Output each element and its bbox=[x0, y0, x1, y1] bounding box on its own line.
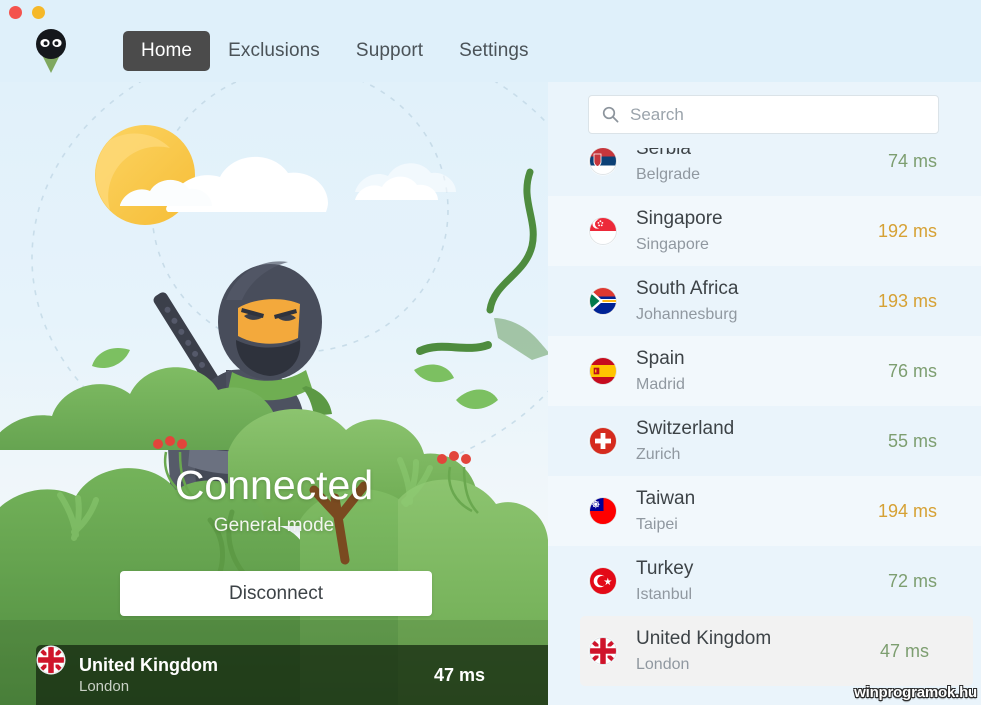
tab-exclusions[interactable]: Exclusions bbox=[210, 31, 338, 71]
flag-singapore-icon bbox=[588, 216, 618, 246]
location-city: London bbox=[636, 655, 690, 673]
flag-spain-icon bbox=[588, 356, 618, 386]
flag-serbia-icon bbox=[588, 148, 618, 176]
flag-south-africa-icon bbox=[588, 286, 618, 316]
flag-switzerland-icon bbox=[588, 426, 618, 456]
location-ping: 76 ms bbox=[887, 360, 937, 381]
close-window-button[interactable] bbox=[9, 6, 22, 19]
connected-ping: 47 ms bbox=[433, 664, 485, 685]
location-row[interactable]: Singapore Singapore 192 ms bbox=[548, 196, 981, 266]
location-country: South Africa bbox=[636, 277, 739, 299]
location-country: Taiwan bbox=[636, 487, 696, 509]
locations-list[interactable]: Serbia Belgrade 74 ms Singapore Singapore 192… bbox=[548, 148, 981, 705]
current-connection-bar[interactable]: United Kingdom London 47 ms bbox=[36, 645, 548, 705]
location-ping: 193 ms bbox=[877, 290, 937, 311]
flag-taiwan-icon bbox=[588, 496, 618, 526]
tab-support[interactable]: Support bbox=[338, 31, 441, 71]
location-row[interactable]: Turkey Istanbul 72 ms bbox=[548, 546, 981, 616]
tab-home[interactable]: Home bbox=[123, 31, 211, 71]
location-city: Singapore bbox=[636, 235, 709, 253]
location-row[interactable]: Serbia Belgrade 74 ms bbox=[548, 148, 981, 196]
flag-turkey-icon bbox=[588, 566, 618, 596]
search-input[interactable] bbox=[630, 104, 920, 125]
location-ping: 192 ms bbox=[877, 220, 937, 241]
location-city: Taipei bbox=[636, 515, 678, 533]
location-country: Singapore bbox=[636, 207, 723, 229]
disconnect-button[interactable]: Disconnect bbox=[120, 571, 432, 616]
tab-settings[interactable]: Settings bbox=[441, 31, 546, 71]
connection-hero-panel: Connected General mode Disconnect United… bbox=[0, 0, 548, 705]
location-row[interactable]: United Kingdom London 47 ms bbox=[580, 616, 973, 686]
location-country: Turkey bbox=[636, 557, 694, 579]
locations-sidebar: Serbia Belgrade 74 ms Singapore Singapore 192… bbox=[548, 0, 981, 705]
location-country: Spain bbox=[636, 347, 685, 369]
location-city: Madrid bbox=[636, 375, 685, 393]
ninja-logo-icon bbox=[36, 29, 66, 73]
window-controls bbox=[9, 6, 45, 19]
connected-country: United Kingdom bbox=[79, 655, 218, 675]
location-row[interactable]: Taiwan Taipei 194 ms bbox=[548, 476, 981, 546]
location-ping: 74 ms bbox=[887, 150, 937, 171]
window-titlebar: Home Exclusions Support Settings bbox=[0, 0, 981, 82]
search-box[interactable] bbox=[588, 95, 939, 134]
location-row[interactable]: Switzerland Zurich 55 ms bbox=[548, 406, 981, 476]
search-icon bbox=[602, 106, 619, 123]
location-ping: 47 ms bbox=[879, 640, 929, 661]
main-navigation: Home Exclusions Support Settings bbox=[123, 31, 547, 71]
location-city: Zurich bbox=[636, 445, 681, 463]
location-country: United Kingdom bbox=[636, 627, 772, 649]
vpn-app-window: Connected General mode Disconnect United… bbox=[0, 0, 981, 705]
location-city: Istanbul bbox=[636, 585, 693, 603]
location-country: Switzerland bbox=[636, 417, 735, 439]
location-row[interactable]: South Africa Johannesburg 193 ms bbox=[548, 266, 981, 336]
location-city: Johannesburg bbox=[636, 305, 738, 323]
location-city: Belgrade bbox=[636, 165, 701, 183]
location-row[interactable]: Spain Madrid 76 ms bbox=[548, 336, 981, 406]
minimize-window-button[interactable] bbox=[32, 6, 45, 19]
flag-united-kingdom-icon bbox=[36, 645, 66, 675]
location-country: Serbia bbox=[636, 148, 691, 159]
location-ping: 72 ms bbox=[887, 570, 937, 591]
connected-city: London bbox=[79, 677, 130, 695]
location-ping: 194 ms bbox=[877, 500, 937, 521]
location-ping: 55 ms bbox=[887, 430, 937, 451]
flag-united-kingdom-icon bbox=[588, 636, 618, 666]
